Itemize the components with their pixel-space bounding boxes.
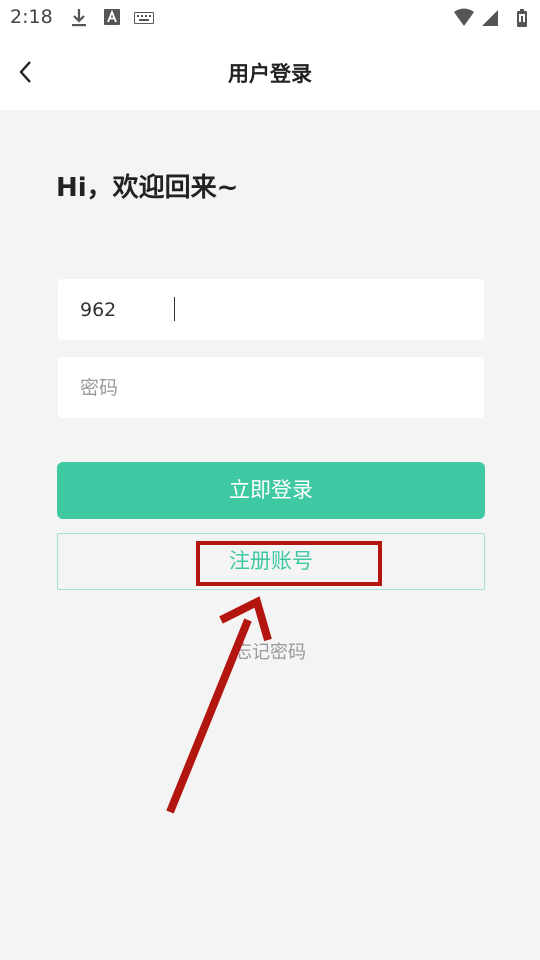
password-input[interactable] xyxy=(80,357,470,418)
greeting-heading: Hi，欢迎回来~ xyxy=(56,173,239,203)
cell-signal-icon xyxy=(482,10,498,26)
page-title: 用户登录 xyxy=(228,62,312,86)
system-status-icons xyxy=(454,8,527,27)
username-input[interactable] xyxy=(80,279,470,340)
username-field xyxy=(58,279,484,340)
register-button[interactable]: 注册账号 xyxy=(57,533,485,590)
battery-icon xyxy=(517,9,527,27)
download-icon xyxy=(72,9,86,27)
wifi-icon xyxy=(454,8,474,26)
status-time: 2:18 xyxy=(10,6,53,28)
login-screen: 2:18 用户登录 Hi，欢迎回来~ 962 立即登录 注册账号 忘记密码 xyxy=(0,0,540,960)
login-button[interactable]: 立即登录 xyxy=(57,462,485,519)
text-caret xyxy=(174,297,175,321)
app-bar: 用户登录 xyxy=(0,36,540,110)
keyboard-icon xyxy=(134,12,154,24)
font-a-icon xyxy=(104,9,120,25)
status-bar: 2:18 xyxy=(0,0,540,36)
forgot-password-link[interactable]: 忘记密码 xyxy=(0,638,540,664)
password-field xyxy=(58,357,484,418)
